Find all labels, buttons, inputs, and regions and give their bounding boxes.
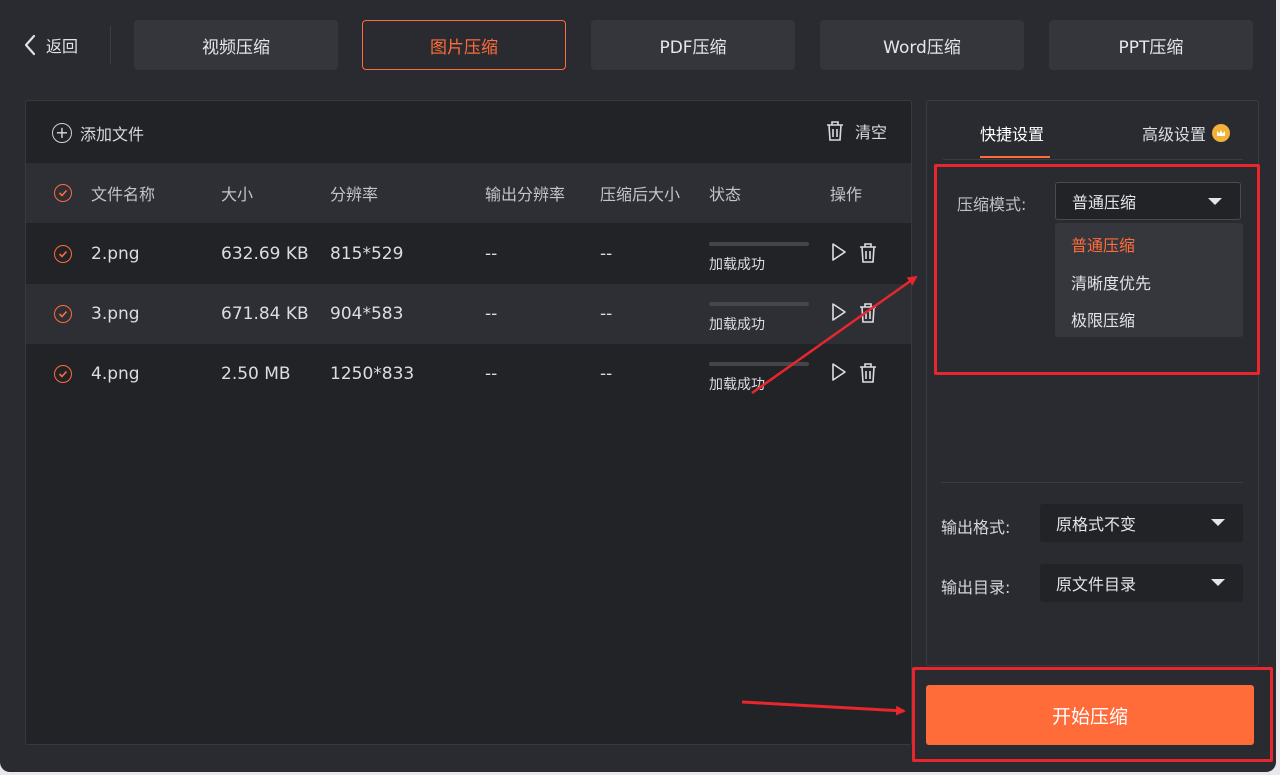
output-format-label: 输出格式: bbox=[941, 518, 1011, 537]
app-window: 返回 视频压缩 图片压缩 PDF压缩 Word压缩 PPT压缩 + 添加文件 清… bbox=[0, 0, 1276, 772]
chevron-left-icon bbox=[24, 34, 36, 56]
settings-panel: 快捷设置 高级设置 压缩模式: 普通压缩 普通压缩 清晰度优先 极限压缩 输出格… bbox=[926, 100, 1259, 666]
delete-icon[interactable] bbox=[858, 302, 878, 324]
tab-video-compress[interactable]: 视频压缩 bbox=[134, 20, 338, 70]
output-resolution: -- bbox=[485, 304, 498, 324]
divider bbox=[110, 26, 111, 64]
compressed-size: -- bbox=[600, 244, 613, 264]
check-icon bbox=[58, 310, 68, 318]
delete-icon[interactable] bbox=[858, 362, 878, 384]
status-text: 加载成功 bbox=[709, 317, 765, 333]
table-header: 文件名称 大小 分辨率 输出分辨率 压缩后大小 状态 操作 bbox=[26, 163, 911, 223]
dropdown-option[interactable]: 普通压缩 bbox=[1071, 232, 1135, 256]
active-tab-indicator bbox=[980, 156, 1050, 158]
back-button[interactable]: 返回 bbox=[22, 30, 78, 60]
start-compress-button[interactable]: 开始压缩 bbox=[926, 685, 1254, 745]
output-format-select[interactable]: 原格式不变 bbox=[1040, 504, 1243, 542]
status-text: 加载成功 bbox=[709, 257, 765, 273]
caret-down-icon bbox=[1208, 198, 1222, 205]
status-cell: 加载成功 bbox=[709, 362, 809, 394]
divider bbox=[941, 482, 1243, 483]
column-header: 文件名称 bbox=[91, 185, 156, 204]
add-file-button[interactable]: + 添加文件 bbox=[52, 121, 144, 145]
column-header: 分辨率 bbox=[330, 185, 379, 204]
caret-down-icon bbox=[1211, 579, 1225, 586]
caret-down-icon bbox=[1211, 519, 1225, 526]
column-header: 大小 bbox=[221, 185, 254, 204]
check-icon bbox=[58, 370, 68, 378]
status-cell: 加载成功 bbox=[709, 302, 809, 334]
row-actions bbox=[830, 362, 878, 384]
file-resolution: 904*583 bbox=[330, 304, 404, 324]
check-icon bbox=[58, 189, 68, 197]
tab-image-compress[interactable]: 图片压缩 bbox=[362, 20, 566, 70]
output-dir-select[interactable]: 原文件目录 bbox=[1040, 564, 1243, 602]
progress-bar bbox=[709, 242, 809, 246]
file-name: 3.png bbox=[91, 304, 140, 324]
table-row: 2.png 632.69 KB 815*529 -- -- 加载成功 bbox=[26, 224, 911, 284]
progress-bar bbox=[709, 362, 809, 366]
play-icon[interactable] bbox=[830, 362, 848, 384]
status-cell: 加载成功 bbox=[709, 242, 809, 274]
clear-button[interactable]: 清空 bbox=[825, 119, 887, 143]
status-text: 加载成功 bbox=[709, 377, 765, 393]
compress-mode-value: 普通压缩 bbox=[1072, 193, 1137, 212]
compress-mode-dropdown: 普通压缩 清晰度优先 极限压缩 bbox=[1055, 223, 1243, 337]
delete-icon[interactable] bbox=[858, 242, 878, 264]
row-actions bbox=[830, 302, 878, 324]
output-format-value: 原格式不变 bbox=[1056, 515, 1137, 534]
file-size: 671.84 KB bbox=[221, 304, 309, 324]
file-resolution: 1250*833 bbox=[330, 364, 415, 384]
table-row: 3.png 671.84 KB 904*583 -- -- 加载成功 bbox=[26, 284, 911, 344]
output-dir-value: 原文件目录 bbox=[1056, 575, 1137, 594]
progress-bar bbox=[709, 302, 809, 306]
column-header: 压缩后大小 bbox=[600, 185, 681, 204]
compress-mode-label: 压缩模式: bbox=[957, 195, 1027, 214]
file-name: 4.png bbox=[91, 364, 140, 384]
compressed-size: -- bbox=[600, 304, 613, 324]
tab-word-compress[interactable]: Word压缩 bbox=[820, 20, 1024, 70]
column-header: 操作 bbox=[830, 185, 863, 204]
file-size: 2.50 MB bbox=[221, 364, 291, 384]
output-dir-label: 输出目录: bbox=[941, 578, 1011, 597]
output-resolution: -- bbox=[485, 244, 498, 264]
select-all-checkbox[interactable] bbox=[54, 184, 72, 202]
row-checkbox[interactable] bbox=[54, 245, 72, 263]
tab-advanced-settings[interactable]: 高级设置 bbox=[1142, 121, 1231, 145]
compress-mode-select[interactable]: 普通压缩 bbox=[1055, 182, 1241, 220]
tab-ppt-compress[interactable]: PPT压缩 bbox=[1049, 20, 1253, 70]
trash-icon bbox=[826, 121, 843, 141]
file-list-panel: + 添加文件 清空 文件名称 大小 分辨率 输出分辨率 压缩后大小 状态 操作 … bbox=[25, 100, 912, 745]
check-icon bbox=[58, 250, 68, 258]
tab-quick-settings[interactable]: 快捷设置 bbox=[980, 121, 1044, 145]
tab-pdf-compress[interactable]: PDF压缩 bbox=[591, 20, 795, 70]
add-file-label: 添加文件 bbox=[80, 125, 145, 144]
file-name: 2.png bbox=[91, 244, 140, 264]
row-checkbox[interactable] bbox=[54, 305, 72, 323]
file-resolution: 815*529 bbox=[330, 244, 404, 264]
row-actions bbox=[830, 242, 878, 264]
row-checkbox[interactable] bbox=[54, 365, 72, 383]
clear-label: 清空 bbox=[854, 123, 887, 142]
file-size: 632.69 KB bbox=[221, 244, 309, 264]
dropdown-option[interactable]: 极限压缩 bbox=[1071, 307, 1135, 331]
divider bbox=[943, 159, 1243, 160]
dropdown-option[interactable]: 清晰度优先 bbox=[1071, 270, 1151, 294]
column-header: 输出分辨率 bbox=[485, 185, 566, 204]
play-icon[interactable] bbox=[830, 302, 848, 324]
column-header: 状态 bbox=[709, 185, 742, 204]
plus-circle-icon: + bbox=[52, 123, 72, 143]
output-resolution: -- bbox=[485, 364, 498, 384]
advanced-settings-label: 高级设置 bbox=[1142, 125, 1207, 144]
back-label: 返回 bbox=[46, 37, 79, 56]
compressed-size: -- bbox=[600, 364, 613, 384]
vip-crown-icon bbox=[1212, 124, 1231, 142]
play-icon[interactable] bbox=[830, 242, 848, 264]
table-row: 4.png 2.50 MB 1250*833 -- -- 加载成功 bbox=[26, 344, 911, 404]
